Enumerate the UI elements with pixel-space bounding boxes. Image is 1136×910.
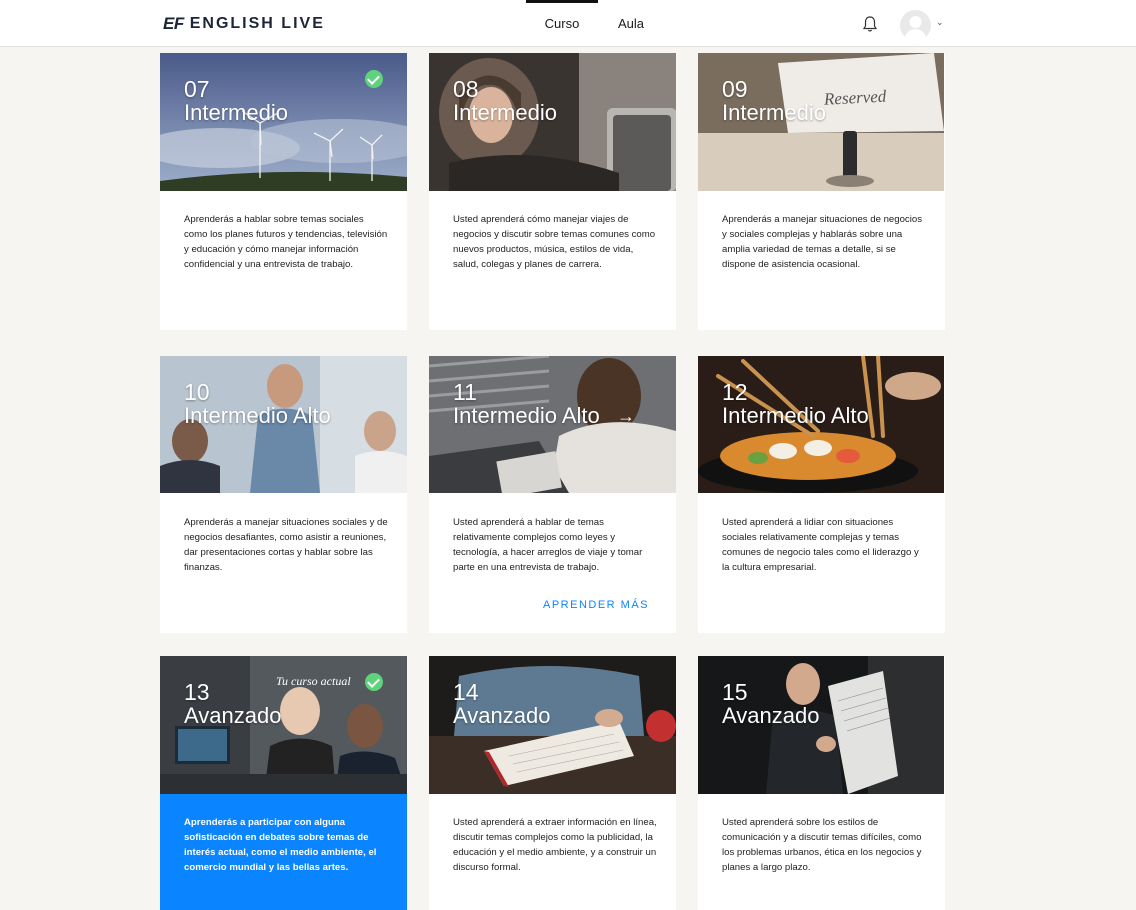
course-description: Aprenderás a manejar situaciones sociale…	[184, 517, 388, 573]
top-header: EF ENGLISH LIVE Curso Aula ⌄	[0, 0, 1136, 47]
course-description: Usted aprenderá a hablar de temas relati…	[453, 517, 643, 573]
course-card-13[interactable]: 13 Avanzado Tu curso actual Aprenderás a…	[160, 656, 407, 910]
course-level: Intermedio	[722, 100, 826, 125]
check-icon	[365, 673, 383, 691]
course-card-11[interactable]: 11 Intermedio Alto → Usted aprenderá a h…	[429, 356, 676, 633]
course-number: 07	[184, 76, 210, 102]
chevron-down-icon[interactable]: ⌄	[936, 17, 944, 28]
course-number: 08	[453, 76, 479, 102]
course-number: 12	[722, 379, 748, 405]
current-course-label: Tu curso actual	[276, 674, 351, 688]
course-level: Intermedio	[453, 100, 557, 125]
course-card-14[interactable]: 14 Avanzado Usted aprenderá a extraer in…	[429, 656, 676, 910]
course-number: 11	[453, 379, 477, 405]
arrow-right-icon[interactable]: →	[617, 406, 635, 427]
course-description: Usted aprenderá cómo manejar viajes de n…	[453, 214, 656, 270]
course-level: Avanzado	[184, 703, 282, 728]
course-level: Intermedio Alto	[453, 403, 600, 428]
check-icon	[365, 70, 383, 88]
course-level: Avanzado	[453, 703, 551, 728]
course-description: Usted aprenderá sobre los estilos de com…	[722, 817, 922, 873]
course-number: 15	[722, 679, 748, 705]
course-level: Avanzado	[722, 703, 820, 728]
course-number: 10	[184, 379, 210, 405]
logo-mark: EF	[163, 14, 184, 33]
course-number: 14	[453, 679, 479, 705]
course-number: 13	[184, 679, 210, 705]
course-description: Aprenderás a hablar sobre temas sociales…	[184, 214, 388, 270]
course-level: Intermedio Alto	[184, 403, 331, 428]
user-avatar[interactable]	[900, 10, 931, 41]
course-description: Aprenderás a participar con alguna sofis…	[184, 817, 377, 873]
course-card-12[interactable]: 12 Intermedio Alto Usted aprenderá a lid…	[698, 356, 945, 633]
reserved-sign-text: Reserved	[823, 87, 888, 109]
tab-curso[interactable]: Curso	[526, 0, 598, 47]
tab-aula[interactable]: Aula	[608, 0, 654, 47]
logo-text: ENGLISH LIVE	[189, 15, 325, 32]
course-level: Intermedio Alto	[722, 403, 869, 428]
course-description: Usted aprenderá a extraer información en…	[453, 817, 657, 873]
course-card-10[interactable]: 10 Intermedio Alto Aprenderás a manejar …	[160, 356, 407, 633]
course-card-09[interactable]: Reserved 09 Intermedio Aprenderás a mane…	[698, 53, 945, 330]
course-description: Usted aprenderá a lidiar con situaciones…	[722, 517, 919, 573]
bell-icon[interactable]	[862, 15, 878, 33]
learn-more-link[interactable]: APRENDER MÁS	[543, 599, 649, 611]
course-level: Intermedio	[184, 100, 288, 125]
course-description: Aprenderás a manejar situaciones de nego…	[722, 214, 922, 270]
course-card-15[interactable]: 15 Avanzado Usted aprenderá sobre los es…	[698, 656, 945, 910]
course-card-07[interactable]: 07 Intermedio Aprenderás a hablar sobre …	[160, 53, 407, 330]
course-number: 09	[722, 76, 748, 102]
ef-english-live-logo[interactable]: EF ENGLISH LIVE	[163, 14, 325, 34]
course-card-08[interactable]: 08 Intermedio Usted aprenderá cómo manej…	[429, 53, 676, 330]
